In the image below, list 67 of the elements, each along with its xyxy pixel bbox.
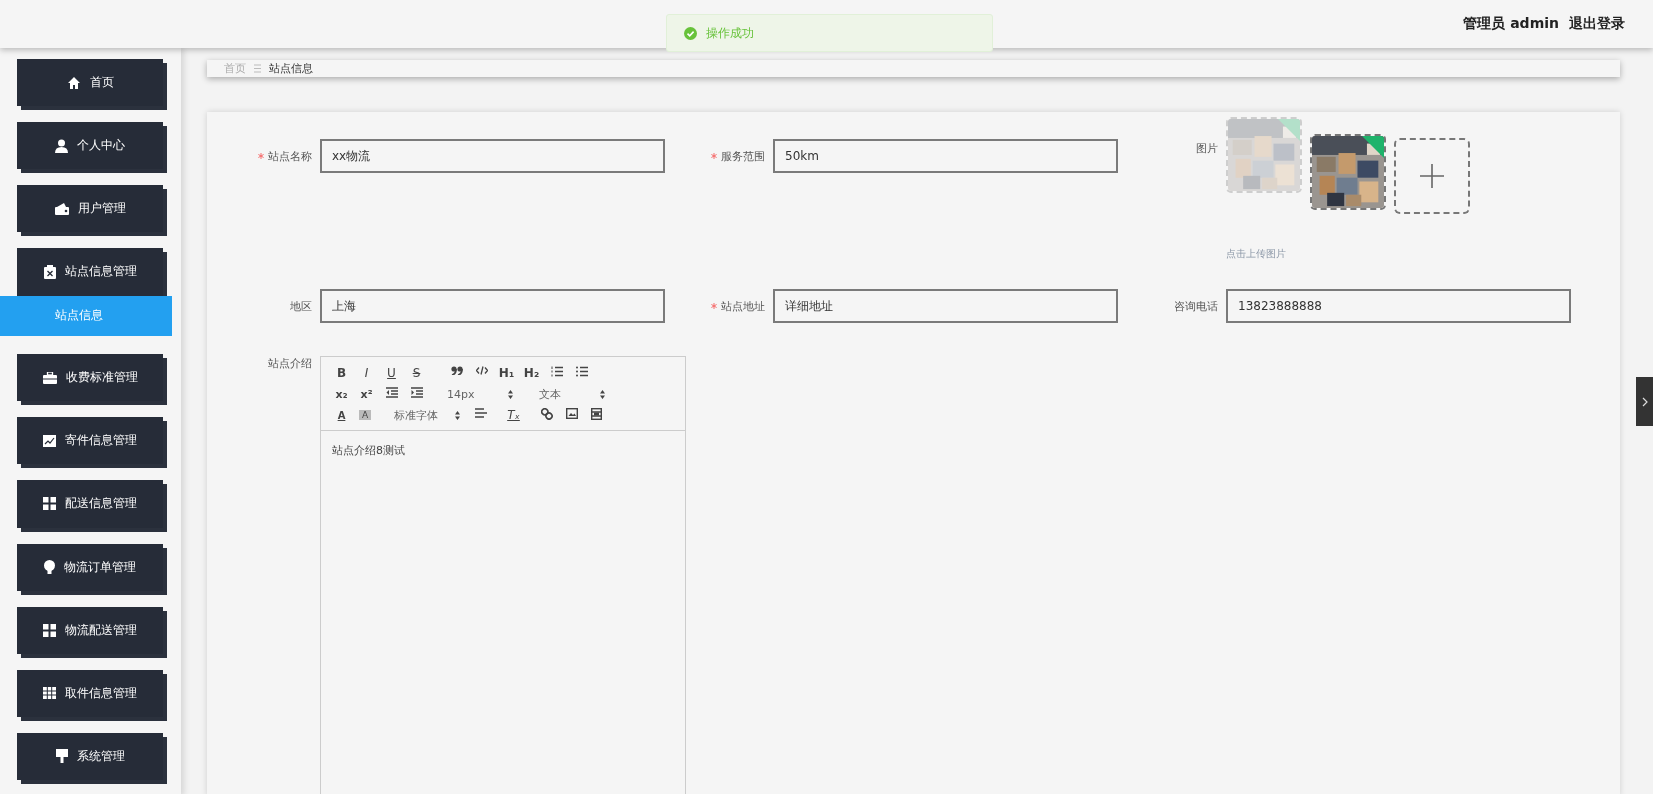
- wallet-icon: [54, 202, 69, 215]
- format-button[interactable]: A: [329, 409, 354, 421]
- format-button[interactable]: A: [359, 410, 371, 420]
- bulb-icon: [44, 559, 55, 575]
- format-button[interactable]: B: [329, 366, 354, 380]
- field-label: 站点地址: [721, 298, 765, 314]
- table-icon: [43, 687, 56, 700]
- align-icon: [474, 408, 487, 418]
- format-button[interactable]: x²: [354, 387, 379, 401]
- sort-arrows-icon: [600, 389, 605, 399]
- format-button[interactable]: U: [379, 366, 404, 380]
- chevron-right-icon: [1641, 396, 1648, 407]
- format-button[interactable]: Tₓ: [501, 408, 526, 422]
- input-field[interactable]: 50km: [773, 139, 1118, 173]
- format-button[interactable]: I: [354, 366, 379, 380]
- format-button[interactable]: H₂: [519, 366, 544, 380]
- input-field[interactable]: xx物流: [320, 139, 665, 173]
- input-field[interactable]: 详细地址: [773, 289, 1118, 323]
- format-button[interactable]: x₂: [329, 387, 354, 401]
- required-asterisk-icon: [711, 303, 717, 309]
- indent-icon: [410, 387, 423, 398]
- quote-icon: [450, 366, 463, 375]
- format-button[interactable]: H₁: [494, 366, 519, 380]
- field-label: 服务范围: [721, 148, 765, 164]
- field-label: 图片: [1196, 140, 1218, 156]
- bullet-list-icon: [575, 366, 588, 377]
- ordered-list-icon: [550, 366, 563, 377]
- collapse-tab[interactable]: [1636, 377, 1653, 426]
- sort-arrows-icon: [508, 389, 513, 399]
- link-icon: [540, 408, 553, 420]
- field-label: 咨询电话: [1174, 298, 1218, 314]
- user-icon: [55, 138, 68, 153]
- clipboard-icon: [43, 264, 56, 279]
- upload-hint: 点击上传图片: [1226, 247, 1287, 261]
- separator-icon: [254, 64, 261, 73]
- input-field[interactable]: 13823888888: [1226, 289, 1571, 323]
- field-label: 站点介绍: [268, 356, 312, 371]
- home-icon: [66, 76, 81, 90]
- user-label: 管理员 admin: [1463, 15, 1559, 33]
- grid-icon: [43, 497, 56, 511]
- code-icon: [475, 366, 488, 375]
- toolbar-dropdown[interactable]: 标准字体: [376, 407, 468, 423]
- success-corner-icon: [1278, 119, 1300, 141]
- editor-text: 站点介绍8测试: [331, 443, 406, 459]
- check-circle-icon: [684, 26, 697, 40]
- logout-link[interactable]: 退出登录: [1569, 15, 1625, 33]
- plus-icon: [1420, 164, 1444, 188]
- sort-arrows-icon: [455, 410, 460, 420]
- toast-text: 操作成功: [706, 24, 754, 42]
- briefcase-icon: [42, 371, 57, 384]
- success-corner-icon: [1362, 136, 1384, 158]
- monitor-icon: [55, 749, 68, 764]
- video-icon: [591, 408, 602, 420]
- field-label: 地区: [290, 298, 312, 314]
- chart-icon: [43, 434, 56, 447]
- required-asterisk-icon: [711, 153, 717, 159]
- rich-text-editor[interactable]: B I U S H₁ H₂ x₂ x² 14px 文本 A A 标准字体 Tₓ 站点介绍8测试: [320, 356, 686, 794]
- toolbar-dropdown[interactable]: 14px: [429, 387, 521, 401]
- format-button[interactable]: S: [404, 366, 429, 380]
- grid-icon: [43, 623, 56, 637]
- upload-button[interactable]: [1394, 138, 1470, 214]
- input-field[interactable]: 上海: [320, 289, 665, 323]
- field-label: 站点名称: [268, 148, 312, 164]
- required-asterisk-icon: [258, 153, 264, 159]
- outdent-icon: [385, 387, 398, 398]
- image-icon: [565, 408, 578, 419]
- toolbar-dropdown[interactable]: 文本: [521, 386, 613, 402]
